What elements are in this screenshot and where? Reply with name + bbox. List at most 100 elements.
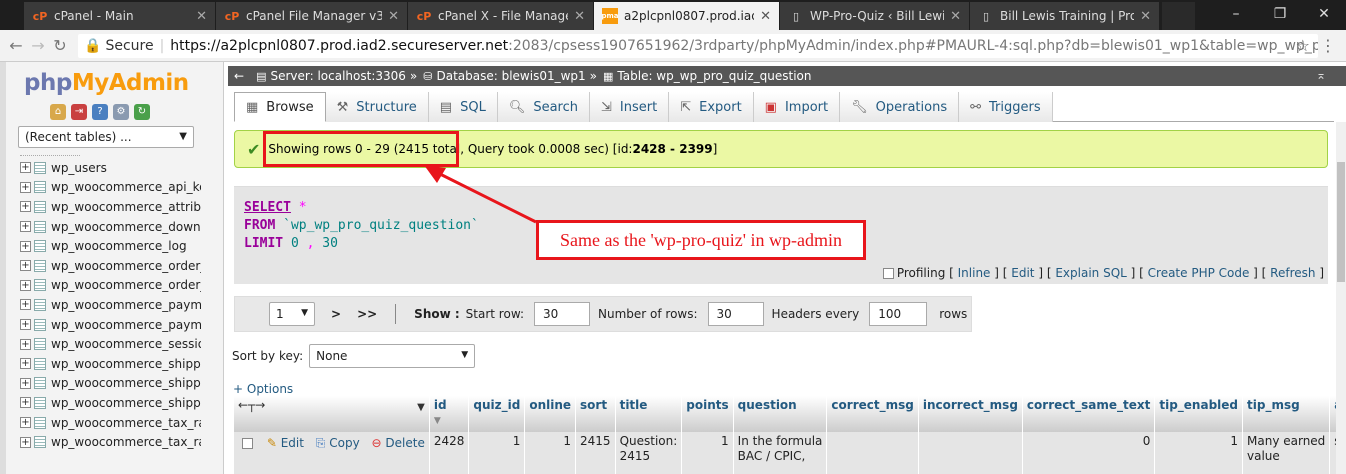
column-header-points[interactable]: points bbox=[681, 396, 734, 432]
back-icon[interactable]: ← bbox=[6, 36, 26, 56]
column-header-question[interactable]: question bbox=[733, 396, 828, 432]
last-page-button[interactable]: >> bbox=[357, 307, 377, 321]
refresh-link[interactable]: Refresh bbox=[1270, 266, 1315, 280]
tab-export[interactable]: ⇱ Export bbox=[669, 92, 754, 122]
cell-tip-enabled[interactable]: 1 bbox=[1154, 432, 1243, 474]
expand-icon[interactable]: + bbox=[20, 436, 31, 448]
table-name[interactable]: wp_woocommerce_downl bbox=[51, 220, 201, 234]
breadcrumb-table[interactable]: Table: wp_wp_pro_quiz_question bbox=[617, 69, 811, 83]
column-header-online[interactable]: online bbox=[524, 396, 577, 432]
edit-row-link[interactable]: Edit bbox=[281, 436, 304, 450]
inline-link[interactable]: Inline bbox=[958, 266, 991, 280]
cell-quiz-id[interactable]: 1 bbox=[468, 432, 526, 474]
expand-icon[interactable]: + bbox=[20, 221, 31, 233]
settings-icon[interactable]: ⚙ bbox=[113, 104, 129, 120]
table-name[interactable]: wp_woocommerce_tax_ra bbox=[51, 435, 201, 449]
tab-import[interactable]: ▣ Import bbox=[753, 92, 841, 122]
browser-tab-bill-lewis[interactable]: ▯ Bill Lewis Training | Proje ✕ bbox=[970, 2, 1160, 30]
table-item[interactable]: + wp_woocommerce_tax_ra bbox=[20, 413, 220, 433]
reload-icon[interactable]: ↻ bbox=[50, 36, 70, 56]
browser-tab-cpanel-main[interactable]: cP cPanel - Main ✕ bbox=[24, 2, 216, 30]
table-name[interactable]: wp_woocommerce_sessio bbox=[51, 337, 201, 351]
recent-tables-select[interactable]: (Recent tables) ... ▼ bbox=[18, 126, 194, 148]
column-header-quiz-id[interactable]: quiz_id bbox=[468, 396, 526, 432]
table-item[interactable]: + wp_woocommerce_tax_ra bbox=[20, 432, 220, 452]
maximize-button[interactable]: ❐ bbox=[1258, 0, 1302, 28]
start-row-input[interactable]: 30 bbox=[534, 302, 591, 326]
create-php-code-link[interactable]: Create PHP Code bbox=[1148, 266, 1250, 280]
url-input[interactable]: 🔒 Secure | https://a2plcpnl0807.prod.iad… bbox=[78, 34, 1318, 58]
column-header-tip-msg[interactable]: tip_msg bbox=[1242, 396, 1331, 432]
table-name[interactable]: wp_woocommerce_shippi bbox=[51, 357, 201, 371]
table-item[interactable]: + wp_woocommerce_api_ke bbox=[20, 178, 220, 198]
table-item[interactable]: + wp_woocommerce_payme bbox=[20, 315, 220, 335]
table-item[interactable]: + wp_woocommerce_attribu bbox=[20, 197, 220, 217]
copy-row-link[interactable]: Copy bbox=[329, 436, 359, 450]
close-icon[interactable]: ✕ bbox=[760, 9, 771, 24]
table-name[interactable]: wp_woocommerce_api_ke bbox=[51, 180, 201, 194]
table-name[interactable]: wp_woocommerce_payme bbox=[51, 318, 201, 332]
sort-select[interactable]: None ▼ bbox=[309, 344, 476, 368]
cell-id[interactable]: 2428 bbox=[429, 432, 470, 474]
table-item[interactable]: + wp_woocommerce_downl bbox=[20, 217, 220, 237]
browser-tab-phpmyadmin[interactable]: pma a2plcpnl0807.prod.iad2. ✕ bbox=[594, 2, 780, 30]
cell-correct-same-text[interactable]: 0 bbox=[1022, 432, 1156, 474]
cell-online[interactable]: 1 bbox=[524, 432, 577, 474]
profiling-checkbox[interactable] bbox=[882, 268, 894, 279]
table-item[interactable]: + wp_woocommerce_shippi bbox=[20, 393, 220, 413]
delete-row-link[interactable]: Delete bbox=[385, 436, 424, 450]
expand-icon[interactable]: + bbox=[20, 181, 31, 193]
next-page-button[interactable]: > bbox=[331, 307, 341, 321]
table-item[interactable]: + wp_woocommerce_order_ bbox=[20, 256, 220, 276]
column-header-correct-msg[interactable]: correct_msg bbox=[826, 396, 919, 432]
tab-sql[interactable]: ▤ SQL bbox=[428, 92, 498, 122]
tab-browse[interactable]: ▦ Browse bbox=[234, 92, 326, 122]
breadcrumb-server[interactable]: Server: localhost:3306 bbox=[270, 69, 405, 83]
home-icon[interactable]: ⌂ bbox=[50, 104, 66, 120]
cell-title[interactable]: Question: 2415 bbox=[615, 432, 683, 474]
bookmark-star-icon[interactable]: ☆ bbox=[1296, 36, 1310, 55]
expand-icon[interactable]: + bbox=[20, 338, 31, 350]
tab-triggers[interactable]: ⚯ Triggers bbox=[959, 92, 1053, 122]
options-toggle[interactable]: + Options bbox=[233, 382, 293, 396]
close-icon[interactable]: ✕ bbox=[574, 9, 585, 24]
cell-sort[interactable]: 2415 bbox=[575, 432, 616, 474]
new-tab-button[interactable] bbox=[1162, 2, 1196, 30]
table-name[interactable]: wp_woocommerce_tax_ra bbox=[51, 416, 201, 430]
column-header-correct-same-text[interactable]: correct_same_text bbox=[1022, 396, 1156, 432]
browser-tab-cpanel-x[interactable]: cP cPanel X - File Manager ✕ bbox=[408, 2, 594, 30]
cell-tip-msg[interactable]: Many earned value bbox=[1242, 432, 1331, 474]
scrollbar-thumb[interactable] bbox=[1337, 162, 1345, 282]
column-header-id[interactable]: id ▼ bbox=[429, 396, 470, 432]
forward-icon[interactable]: → bbox=[28, 36, 48, 56]
tab-operations[interactable]: 🔧︎ Operations bbox=[840, 92, 960, 122]
logout-icon[interactable]: ⇥ bbox=[71, 104, 87, 120]
phpmyadmin-logo[interactable]: phpMyAdmin bbox=[24, 70, 189, 96]
table-item[interactable]: + wp_woocommerce_log bbox=[20, 236, 220, 256]
collapse-arrow-icon[interactable]: ← bbox=[234, 69, 244, 83]
cell-points[interactable]: 1 bbox=[681, 432, 734, 474]
cell-question[interactable]: In the formula BAC / CPIC, bbox=[733, 432, 828, 474]
table-name[interactable]: wp_woocommerce_order_ bbox=[51, 259, 201, 273]
collapse-top-icon[interactable]: ⌅ bbox=[1316, 68, 1326, 82]
expand-icon[interactable]: + bbox=[20, 162, 31, 174]
left-scrollbar[interactable] bbox=[0, 62, 6, 474]
table-item[interactable]: + wp_woocommerce_shippi bbox=[20, 374, 220, 394]
menu-icon[interactable]: ⋮ bbox=[1320, 36, 1336, 55]
breadcrumb-database[interactable]: Database: blewis01_wp1 bbox=[436, 69, 585, 83]
sql-select-keyword[interactable]: SELECT bbox=[244, 200, 291, 215]
expand-icon[interactable]: + bbox=[20, 319, 31, 331]
tab-structure[interactable]: ⚒ Structure bbox=[325, 92, 429, 122]
expand-icon[interactable]: + bbox=[20, 260, 31, 272]
expand-icon[interactable]: + bbox=[20, 377, 31, 389]
table-name[interactable]: wp_woocommerce_shippi bbox=[51, 376, 201, 390]
expand-icon[interactable]: + bbox=[20, 240, 31, 252]
column-header-sort[interactable]: sort bbox=[575, 396, 616, 432]
table-item[interactable]: + wp_woocommerce_sessio bbox=[20, 334, 220, 354]
table-item[interactable]: + wp_woocommerce_payme bbox=[20, 295, 220, 315]
column-resize-header[interactable]: ←┬→ ▼ bbox=[234, 396, 430, 432]
tab-insert[interactable]: ⇲ Insert bbox=[590, 92, 670, 122]
help-icon[interactable]: ? bbox=[92, 104, 108, 120]
browser-tab-wp-pro-quiz[interactable]: ▯ WP-Pro-Quiz ‹ Bill Lewis ✕ bbox=[780, 2, 970, 30]
headers-every-input[interactable]: 100 bbox=[869, 302, 928, 326]
